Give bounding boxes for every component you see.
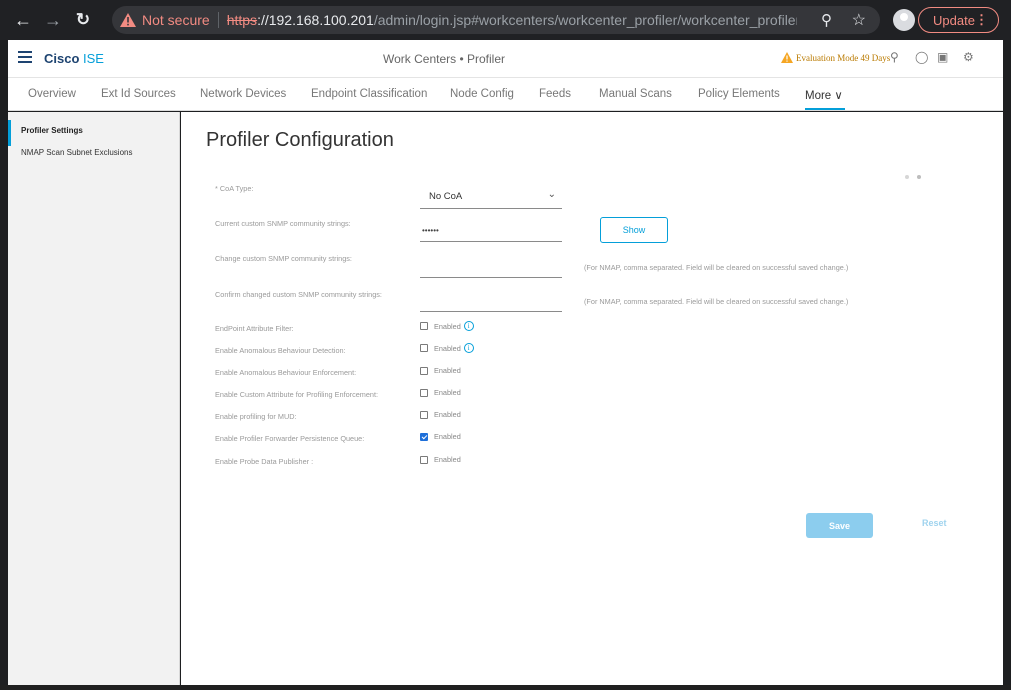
profiling-mud-checkbox[interactable] <box>420 410 428 419</box>
update-button[interactable]: Update ⋮ <box>918 7 999 33</box>
reset-button[interactable]: Reset <box>922 518 947 528</box>
brand-product: ISE <box>79 51 104 66</box>
current-snmp-field: •••••• <box>420 220 562 242</box>
tab-more[interactable]: More ∨ <box>805 88 843 102</box>
confirm-snmp-hint: (For NMAP, comma separated. Field will b… <box>584 297 849 306</box>
anomalous-enforcement-row: Enabled <box>420 366 461 375</box>
enabled-label: Enabled <box>434 388 461 397</box>
main-content: Profiler Configuration * CoA Type: No Co… <box>181 112 1003 685</box>
active-tab-indicator <box>805 108 845 110</box>
custom-attribute-enforcement-row: Enabled <box>420 388 461 397</box>
enabled-label: Enabled <box>434 432 461 441</box>
current-snmp-label: Current custom SNMP community strings: <box>215 219 351 228</box>
browser-toolbar: ← → ↻ Not secure https://192.168.100.201… <box>0 0 1011 40</box>
change-snmp-input[interactable] <box>420 256 562 278</box>
info-icon[interactable]: i <box>463 343 474 353</box>
probe-data-publisher-row: Enabled <box>420 455 461 464</box>
chevron-down-icon: ⌄ <box>547 189 556 200</box>
divider <box>217 12 219 28</box>
tab-ext-id-sources[interactable]: Ext Id Sources <box>101 88 176 100</box>
active-item-indicator <box>8 120 11 146</box>
change-snmp-hint: (For NMAP, comma separated. Field will b… <box>584 263 849 272</box>
app-header: Cisco ISE Work Centers • Profiler Evalua… <box>8 40 1003 78</box>
warning-icon <box>120 13 136 27</box>
info-icon[interactable]: i <box>463 321 474 331</box>
pagination-dots <box>905 175 921 179</box>
anomalous-enforcement-label: Enable Anomalous Behaviour Enforcement: <box>215 368 357 377</box>
gear-icon[interactable]: ⚙ <box>963 50 974 64</box>
forwarder-persistence-checkbox[interactable] <box>420 432 428 441</box>
coa-type-select[interactable]: No CoA ⌄ <box>420 178 562 209</box>
tab-feeds[interactable]: Feeds <box>539 88 571 100</box>
screen: ← → ↻ Not secure https://192.168.100.201… <box>0 0 1011 690</box>
confirm-snmp-label: Confirm changed custom SNMP community st… <box>215 290 382 299</box>
anomalous-enforcement-checkbox[interactable] <box>420 366 428 375</box>
coa-type-value: No CoA <box>429 191 463 202</box>
endpoint-attribute-filter-checkbox[interactable] <box>420 322 428 330</box>
tab-endpoint-classification[interactable]: Endpoint Classification <box>311 88 427 100</box>
tab-manual-scans[interactable]: Manual Scans <box>599 88 672 100</box>
reload-icon[interactable]: ↻ <box>72 9 94 31</box>
confirm-snmp-input[interactable] <box>420 290 562 312</box>
sidebar-item-profiler-settings[interactable]: Profiler Settings <box>21 126 83 135</box>
sidebar-item-nmap-scan-subnet-exclusions[interactable]: NMAP Scan Subnet Exclusions <box>21 148 132 157</box>
sidebar: Profiler Settings NMAP Scan Subnet Exclu… <box>8 112 180 685</box>
tab-policy-elements[interactable]: Policy Elements <box>698 88 780 100</box>
show-button[interactable]: Show <box>600 217 668 243</box>
custom-attribute-enforcement-label: Enable Custom Attribute for Profiling En… <box>215 390 379 399</box>
tab-bar: Overview Ext Id Sources Network Devices … <box>8 78 1003 111</box>
brand-name: Cisco <box>44 51 80 66</box>
help-icon[interactable]: ◯ <box>915 50 928 64</box>
url-host: ://192.168.100.201 <box>257 12 374 28</box>
taskbar <box>0 685 1011 690</box>
current-snmp-value: •••••• <box>422 226 439 235</box>
tab-node-config[interactable]: Node Config <box>450 88 514 100</box>
hamburger-menu-icon[interactable] <box>18 51 32 63</box>
url-path: /admin/login.jsp#workcenters/workcenter_… <box>373 12 797 28</box>
tab-overview[interactable]: Overview <box>28 88 76 100</box>
enabled-label: Enabled <box>434 455 461 464</box>
enabled-label: Enabled <box>434 343 461 353</box>
profiling-mud-label: Enable profiling for MUD: <box>215 412 297 421</box>
evaluation-warning-icon <box>781 52 793 63</box>
bookmark-star-icon[interactable]: ☆ <box>852 10 866 30</box>
zoom-icon[interactable]: ⚲ <box>821 11 832 29</box>
url-text[interactable]: https://192.168.100.201/admin/login.jsp#… <box>227 12 797 28</box>
evaluation-mode-link[interactable]: Evaluation Mode 49 Days <box>796 53 890 63</box>
forwarder-persistence-label: Enable Profiler Forwarder Persistence Qu… <box>215 434 365 443</box>
enabled-label: Enabled <box>434 321 461 331</box>
probe-data-publisher-checkbox[interactable] <box>420 455 428 464</box>
search-icon[interactable]: ⚲ <box>890 50 899 64</box>
enabled-label: Enabled <box>434 366 461 375</box>
back-arrow-icon[interactable]: ← <box>12 9 34 31</box>
dashboard-icon[interactable]: ▣ <box>937 50 948 64</box>
tab-network-devices[interactable]: Network Devices <box>200 88 286 100</box>
anomalous-detection-row: Enabled i <box>420 343 474 353</box>
save-button[interactable]: Save <box>806 513 873 538</box>
anomalous-detection-checkbox[interactable] <box>420 344 428 352</box>
page-context-title: Work Centers • Profiler <box>383 52 506 66</box>
endpoint-attribute-filter-row: Enabled i <box>420 321 474 331</box>
custom-attribute-enforcement-checkbox[interactable] <box>420 388 428 397</box>
coa-type-label: * CoA Type: <box>215 184 254 193</box>
anomalous-detection-label: Enable Anomalous Behaviour Detection: <box>215 346 346 355</box>
address-bar[interactable]: Not secure https://192.168.100.201/admin… <box>112 6 880 34</box>
more-vert-icon: ⋮ <box>975 12 988 27</box>
endpoint-attribute-filter-label: EndPoint Attribute Filter: <box>215 324 294 333</box>
not-secure-label[interactable]: Not secure <box>142 12 210 28</box>
update-label: Update <box>933 12 975 28</box>
change-snmp-label: Change custom SNMP community strings: <box>215 254 352 263</box>
page-title: Profiler Configuration <box>206 129 394 151</box>
brand-logo: Cisco ISE <box>44 51 104 66</box>
probe-data-publisher-label: Enable Probe Data Publisher : <box>215 457 314 466</box>
enabled-label: Enabled <box>434 410 461 419</box>
forwarder-persistence-row: Enabled <box>420 432 461 441</box>
profiling-mud-row: Enabled <box>420 410 461 419</box>
url-scheme: https <box>226 12 258 28</box>
profile-avatar[interactable] <box>893 9 915 31</box>
forward-arrow-icon[interactable]: → <box>42 9 64 31</box>
